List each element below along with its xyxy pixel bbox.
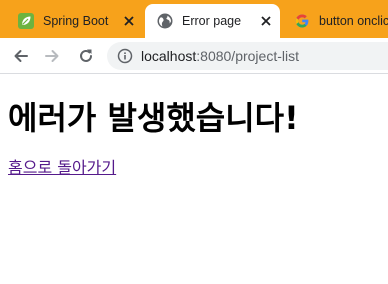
close-icon[interactable] [121, 13, 137, 29]
browser-toolbar: localhost:8080/project-list [0, 38, 388, 74]
tab-title: button onclick [319, 14, 388, 28]
reload-icon[interactable] [76, 46, 96, 66]
tab-error-page[interactable]: Error page [145, 4, 280, 38]
leaf-icon [18, 13, 34, 29]
google-icon [294, 13, 310, 29]
address-bar[interactable]: localhost:8080/project-list [107, 42, 388, 70]
home-link[interactable]: 홈으로 돌아가기 [8, 158, 116, 178]
tab-title: Spring Boot [43, 14, 109, 28]
tab-spring-boot[interactable]: Spring Boot [6, 4, 144, 38]
close-icon[interactable] [258, 13, 274, 29]
page-content: 에러가 발생했습니다! 홈으로 돌아가기 [8, 74, 388, 284]
back-arrow-icon[interactable] [11, 46, 31, 66]
page-title: 에러가 발생했습니다! [8, 99, 299, 137]
url-host: localhost [141, 48, 197, 64]
globe-icon [157, 13, 173, 29]
info-icon[interactable] [117, 48, 133, 64]
forward-arrow-icon[interactable] [42, 46, 62, 66]
tab-strip: Spring Boot Error page button onclick [0, 0, 388, 38]
tab-google-search[interactable]: button onclick [282, 4, 388, 38]
url-text: localhost:8080/project-list [141, 48, 299, 64]
url-path: :8080/project-list [196, 48, 299, 64]
tab-title: Error page [182, 14, 242, 28]
